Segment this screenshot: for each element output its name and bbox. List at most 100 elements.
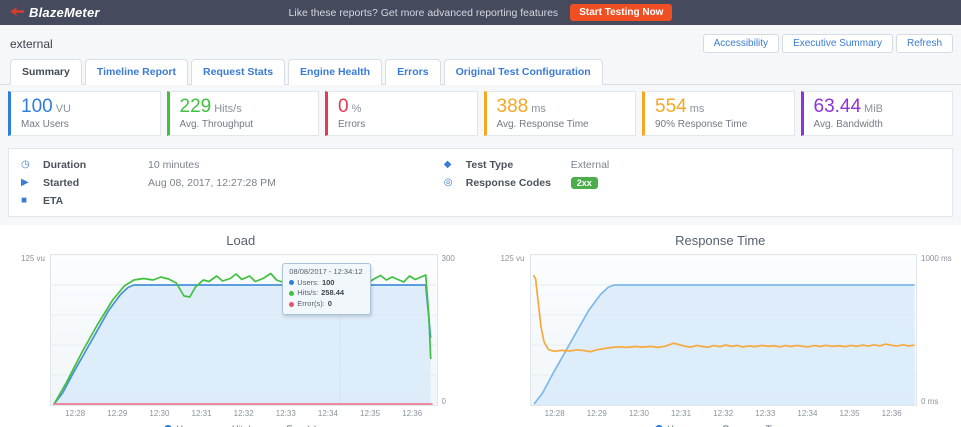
y-axis-left-label: 125 vu bbox=[8, 254, 50, 406]
kpi-row: 100VU Max Users 229Hits/s Avg. Throughpu… bbox=[0, 85, 961, 136]
kpi-label: Avg. Bandwidth bbox=[814, 119, 943, 130]
tab-summary[interactable]: Summary bbox=[10, 59, 82, 85]
response-time-chart-panel: Response Time 125 vu 1000 ms 0 ms 12:28 1… bbox=[488, 231, 954, 427]
refresh-button[interactable]: Refresh bbox=[896, 34, 953, 53]
info-label: Response Codes bbox=[466, 177, 571, 189]
kpi-value: 388 bbox=[497, 96, 529, 117]
info-label: Started bbox=[43, 177, 148, 189]
x-axis-tick: 12:32 bbox=[234, 409, 254, 418]
tooltip-row: Error(s):0 bbox=[289, 299, 362, 310]
kpi-label: Avg. Throughput bbox=[180, 119, 309, 130]
response-code-badge[interactable]: 2xx bbox=[571, 177, 598, 189]
y-axis-right-bottom-label: 0 bbox=[442, 397, 474, 406]
x-axis-tick: 12:31 bbox=[671, 409, 691, 418]
y-axis-right-top-label: 300 bbox=[442, 254, 474, 263]
response-time-chart-plot[interactable] bbox=[530, 254, 918, 406]
y-axis-right-bottom-label: 0 ms bbox=[921, 397, 953, 406]
x-axis-tick: 12:30 bbox=[629, 409, 649, 418]
play-icon: ▶ bbox=[21, 178, 43, 188]
page-title: external bbox=[10, 37, 53, 51]
tooltip-row: Hits/s:258.44 bbox=[289, 288, 362, 299]
tab-request-stats[interactable]: Request Stats bbox=[191, 59, 285, 85]
x-axis-tick: 12:30 bbox=[149, 409, 169, 418]
kpi-unit: MiB bbox=[864, 103, 883, 115]
x-axis-tick: 12:35 bbox=[840, 409, 860, 418]
x-axis-tick: 12:32 bbox=[713, 409, 733, 418]
kpi-errors: 0% Errors bbox=[325, 91, 478, 136]
top-navbar: BlazeMeter Like these reports? Get more … bbox=[0, 0, 961, 25]
tag-icon: ◆ bbox=[444, 160, 466, 170]
load-chart-canvas[interactable] bbox=[51, 255, 437, 405]
x-axis-tick: 12:36 bbox=[882, 409, 902, 418]
info-label: Test Type bbox=[466, 159, 571, 171]
kpi-avg-throughput: 229Hits/s Avg. Throughput bbox=[167, 91, 320, 136]
response-time-chart-legend: UsersResponse Time bbox=[488, 420, 954, 427]
x-axis-tick: 12:29 bbox=[107, 409, 127, 418]
response-codes-icon: ◎ bbox=[444, 178, 466, 188]
x-axis-tick: 12:31 bbox=[192, 409, 212, 418]
tooltip-bullet-icon bbox=[289, 291, 294, 296]
report-tabs: Summary Timeline Report Request Stats En… bbox=[0, 59, 961, 85]
x-axis-tick: 12:34 bbox=[318, 409, 338, 418]
info-label: Duration bbox=[43, 159, 148, 171]
kpi-value: 100 bbox=[21, 96, 53, 117]
kpi-unit: Hits/s bbox=[214, 103, 242, 115]
kpi-value: 554 bbox=[655, 96, 687, 117]
kpi-label: Max Users bbox=[21, 119, 150, 130]
load-chart-plot[interactable]: 08/08/2017 - 12:34:12 Users:100Hits/s:258… bbox=[50, 254, 438, 406]
kpi-label: 90% Response Time bbox=[655, 119, 784, 130]
tooltip-bullet-icon bbox=[289, 302, 294, 307]
response-time-chart-canvas[interactable] bbox=[531, 255, 917, 405]
x-axis-tick: 12:33 bbox=[276, 409, 296, 418]
kpi-max-users: 100VU Max Users bbox=[8, 91, 161, 136]
x-axis-tick: 12:28 bbox=[65, 409, 85, 418]
info-value: 10 minutes bbox=[148, 159, 444, 171]
info-row-response-codes: ◎ Response Codes 2xx bbox=[444, 175, 940, 190]
accessibility-button[interactable]: Accessibility bbox=[703, 34, 779, 53]
tab-timeline-report[interactable]: Timeline Report bbox=[85, 59, 188, 85]
start-testing-now-button[interactable]: Start Testing Now bbox=[570, 4, 672, 21]
test-info-panel: ◷ Duration 10 minutes ▶ Started Aug 08, … bbox=[8, 148, 953, 217]
tooltip-row: Users:100 bbox=[289, 278, 362, 289]
blazemeter-logo-icon bbox=[10, 4, 25, 22]
x-axis: 12:2812:2912:3012:3112:3212:3312:3412:35… bbox=[50, 406, 438, 420]
tab-original-test-configuration[interactable]: Original Test Configuration bbox=[444, 59, 603, 85]
tab-errors[interactable]: Errors bbox=[385, 59, 441, 85]
kpi-90-response-time: 554ms 90% Response Time bbox=[642, 91, 795, 136]
info-row-eta: ■ ETA bbox=[21, 193, 444, 208]
kpi-unit: VU bbox=[56, 103, 71, 115]
chart-title: Response Time bbox=[488, 231, 954, 254]
chart-title: Load bbox=[8, 231, 474, 254]
info-row-started: ▶ Started Aug 08, 2017, 12:27:28 PM bbox=[21, 175, 444, 190]
square-icon: ■ bbox=[21, 196, 43, 206]
info-row-duration: ◷ Duration 10 minutes bbox=[21, 157, 444, 172]
kpi-unit: ms bbox=[531, 103, 546, 115]
tooltip-bullet-icon bbox=[289, 280, 294, 285]
x-axis-tick: 12:33 bbox=[755, 409, 775, 418]
x-axis-tick: 12:28 bbox=[545, 409, 565, 418]
kpi-unit: ms bbox=[690, 103, 705, 115]
kpi-label: Avg. Response Time bbox=[497, 119, 626, 130]
blazemeter-logo[interactable]: BlazeMeter bbox=[10, 4, 100, 22]
x-axis-tick: 12:34 bbox=[797, 409, 817, 418]
y-axis-left-label: 125 vu bbox=[488, 254, 530, 406]
kpi-value: 229 bbox=[180, 96, 212, 117]
info-row-test-type: ◆ Test Type External bbox=[444, 157, 940, 172]
y-axis-right-top-label: 1000 ms bbox=[921, 254, 953, 263]
tooltip-timestamp: 08/08/2017 - 12:34:12 bbox=[289, 267, 362, 276]
x-axis-tick: 12:36 bbox=[402, 409, 422, 418]
kpi-value: 63.44 bbox=[814, 96, 862, 117]
info-value: External bbox=[571, 159, 940, 171]
load-chart-legend: UsersHits/sError(s) bbox=[8, 420, 474, 427]
charts-section: Load 125 vu 08/08/2017 - 12:34:12 Users:1… bbox=[0, 225, 961, 427]
executive-summary-button[interactable]: Executive Summary bbox=[782, 34, 893, 53]
clock-icon: ◷ bbox=[21, 160, 43, 170]
tab-engine-health[interactable]: Engine Health bbox=[288, 59, 382, 85]
kpi-value: 0 bbox=[338, 96, 349, 117]
header-actions: Accessibility Executive Summary Refresh bbox=[703, 34, 953, 53]
info-label: ETA bbox=[43, 195, 148, 207]
promo-text: Like these reports? Get more advanced re… bbox=[289, 7, 559, 19]
kpi-label: Errors bbox=[338, 119, 467, 130]
info-value: Aug 08, 2017, 12:27:28 PM bbox=[148, 177, 444, 189]
kpi-avg-response-time: 388ms Avg. Response Time bbox=[484, 91, 637, 136]
